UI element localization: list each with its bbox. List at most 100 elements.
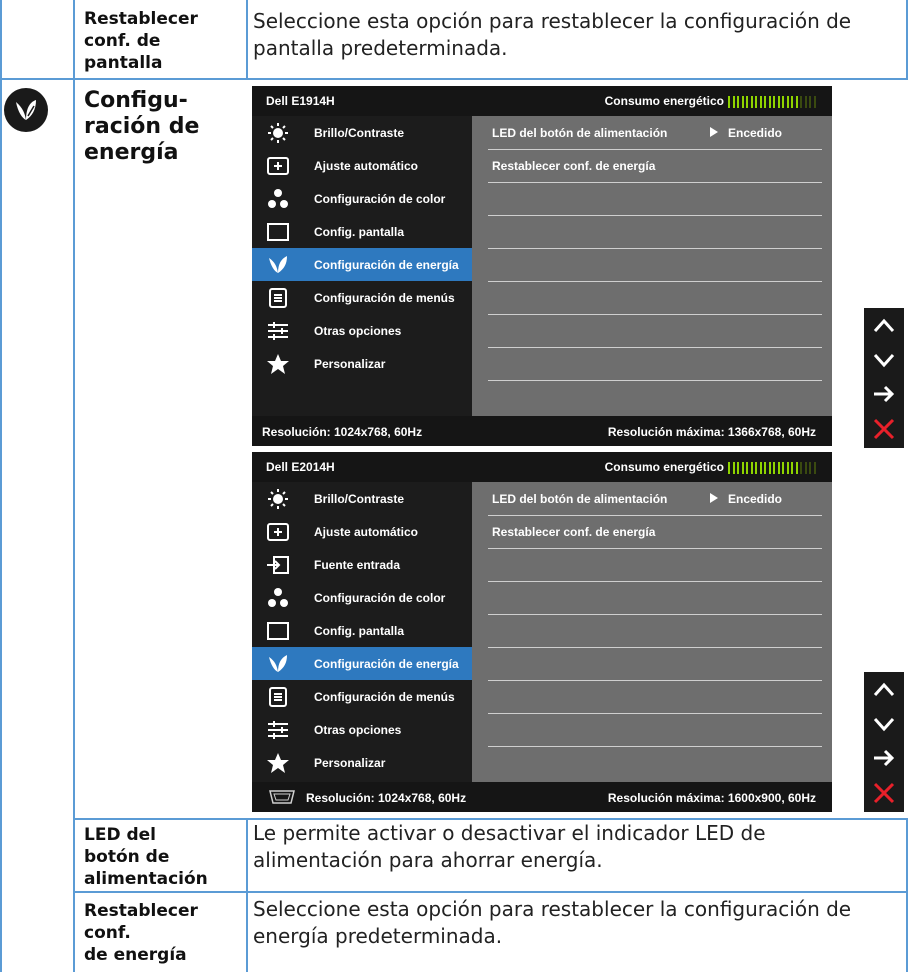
osd-menu-item[interactable]: Brillo/Contraste [252,482,472,515]
display-icon [267,223,289,241]
osd-menu-item-label: Config. pantalla [314,225,404,239]
power-meter-segment [750,462,753,474]
up-arrow-icon [873,318,895,333]
osd-submenu-item-value: Encedido [728,126,783,140]
down-button[interactable] [864,344,904,376]
enter-button[interactable] [864,378,904,410]
label-line: botón de [84,847,170,867]
close-icon [873,418,895,440]
osd-menu-item[interactable]: Brillo/Contraste [252,116,472,149]
power-meter-segment [782,462,784,474]
osd-menu-item-label: Brillo/Contraste [314,126,405,140]
reset-power-label: Restablecer conf. de energía [84,900,244,966]
osd-menu-item[interactable]: Config. pantalla [252,215,472,248]
label-line: pantalla [84,53,163,73]
power-led-label: LED del botón de alimentación [84,824,244,890]
osd-submenu-empty-row [488,281,822,315]
osd-menu-item[interactable]: Config. pantalla [252,614,472,647]
leaf-power-icon [269,256,287,273]
osd-submenu-empty-row [488,647,822,681]
menu-icon [269,687,287,707]
vga-connector-icon [269,790,295,804]
osd-submenu-item-label: LED del botón de alimentación [492,492,668,506]
power-meter-segment [809,96,811,108]
power-meter-segment [795,96,798,108]
power-meter-segment [764,96,766,108]
power-meter-segment [813,462,816,474]
osd-menu-item[interactable]: Personalizar [252,746,472,779]
osd-menu-item-label: Personalizar [314,756,386,770]
osd-submenu-item[interactable]: LED del botón de alimentación Encedido [488,116,822,150]
osd-menu-item-label: Configuración de color [314,192,446,206]
right-arrow-icon [874,749,895,767]
down-button[interactable] [864,708,904,740]
osd-menu-item-label: Config. pantalla [314,624,404,638]
up-button[interactable] [864,674,904,706]
osd-menu-item-label: Configuración de energía [314,657,459,671]
osd-menu-item[interactable]: Configuración de color [252,581,472,614]
brightness-icon [268,489,288,509]
power-meter-segment [795,462,798,474]
power-meter-segment [755,96,757,108]
power-meter-segment [728,96,730,108]
osd-main-menu: Brillo/Contraste Ajuste automático Configu… [252,116,472,416]
osd-menu-item[interactable]: Configuración de color [252,182,472,215]
osd-resolution: Resolución: 1024x768, 60Hz [262,425,423,439]
osd-menu-item-label: Configuración de energía [314,258,459,272]
osd-menu-item[interactable]: Personalizar [252,347,472,380]
osd-submenu-empty-row [488,215,822,249]
osd-footer: Resolución: 1024x768, 60Hz Resolución má… [252,416,832,446]
input-source-icon [267,556,289,574]
osd-menu-item[interactable]: Ajuste automático [252,515,472,548]
table-row-divider [73,891,908,893]
label-line: Restablecer [84,901,198,921]
auto-adjust-icon [267,157,289,175]
osd-submenu-empty-row [488,713,822,747]
osd-submenu: LED del botón de alimentación Encedido Res… [472,116,832,416]
power-meter-segment [768,96,771,108]
osd-menu-item[interactable]: Configuración de menús [252,680,472,713]
osd-menu-item[interactable]: Configuración de menús [252,281,472,314]
osd-submenu-empty-row [488,314,822,348]
osd-submenu-item[interactable]: Restablecer conf. de energía [488,515,822,549]
caret-right-icon [710,127,718,137]
osd-submenu-item[interactable]: LED del botón de alimentación Encedido [488,482,822,516]
osd-menu-item[interactable]: Fuente entrada [252,548,472,581]
osd-menu-item-label: Personalizar [314,357,386,371]
caret-right-icon [710,493,718,503]
osd-menu-item[interactable]: Ajuste automático [252,149,472,182]
osd-power-label: Consumo energético [604,94,724,108]
power-meter-segment [764,462,766,474]
auto-adjust-icon [267,523,289,541]
exit-button[interactable] [864,776,904,808]
osd-menu-item[interactable]: Otras opciones [252,713,472,746]
label-line: de energía [84,945,187,965]
osd-menu-item-label: Fuente entrada [314,558,401,572]
reset-display-label: Restablecer conf. de pantalla [84,8,244,74]
power-meter-segment [750,96,753,108]
up-arrow-icon [873,682,895,697]
exit-button[interactable] [864,412,904,444]
osd-submenu-item-label: LED del botón de alimentación [492,126,668,140]
table-row-divider [0,78,908,80]
osd-header: Dell E1914H Consumo energético [252,86,832,116]
osd-submenu-empty-row [488,248,822,282]
osd-submenu-item-label: Restablecer conf. de energía [492,525,656,539]
enter-button[interactable] [864,742,904,774]
osd-menu-item-label: Configuración de menús [314,690,455,704]
power-meter-segment [737,96,739,108]
osd-menu-item[interactable]: Otras opciones [252,314,472,347]
reset-power-description: Seleccione esta opción para restablecer … [253,897,852,948]
power-meter-segment [786,462,789,474]
osd-nav-buttons [864,308,904,448]
power-meter-segment [800,462,802,474]
label-line: conf. [84,923,131,943]
power-meter-segment [786,96,789,108]
osd-menu-item[interactable]: Configuración de energía [252,647,472,680]
osd-submenu-item[interactable]: Restablecer conf. de energía [488,149,822,183]
up-button[interactable] [864,310,904,342]
color-dots-icon [268,588,288,607]
power-meter-segment [768,462,771,474]
osd-menu-item[interactable]: Configuración de energía [252,248,472,281]
power-meter-segment [804,462,807,474]
